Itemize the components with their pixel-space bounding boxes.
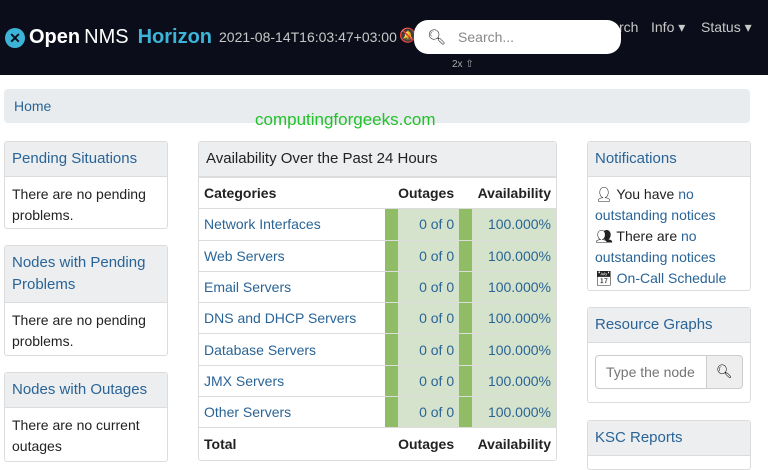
nodes-pending-problems-panel: Nodes with Pending Problems There are no…: [4, 245, 168, 356]
oncall-schedule-link[interactable]: On-Call Schedule: [617, 270, 727, 286]
table-row: Web Servers 0 of 0 100.000%: [199, 239, 556, 272]
category-link[interactable]: Database Servers: [204, 342, 316, 358]
outage-status-bar: [385, 302, 399, 334]
outages-cell[interactable]: 0 of 0: [398, 302, 460, 334]
navbar: ✕ Open NMS Horizon 2021-08-14T16:03:47+03:…: [0, 0, 768, 75]
watermark: computingforgeeks.com: [255, 110, 436, 129]
keyboard-hint: 2x ⇧: [452, 59, 474, 70]
nav-info-menu[interactable]: Info ▾: [651, 19, 685, 36]
availability-cell[interactable]: 100.000%: [472, 396, 556, 428]
category-link[interactable]: Network Interfaces: [204, 216, 321, 232]
nav-search-link[interactable]: rch: [619, 19, 638, 35]
availability-table: Categories Outages Availability Network …: [199, 176, 556, 460]
table-row: Other Servers 0 of 0 100.000%: [199, 396, 556, 428]
nodes-with-outages-panel: Nodes with Outages There are no current …: [4, 372, 168, 462]
outage-status-bar: [385, 270, 399, 303]
availability-cell[interactable]: 100.000%: [472, 270, 556, 303]
availability-status-bar: [459, 208, 473, 241]
table-row: JMX Servers 0 of 0 100.000%: [199, 364, 556, 397]
users-icon: 👥︎: [595, 228, 613, 244]
server-time: 2021-08-14T16:03:47+03:00: [219, 29, 397, 45]
outages-cell[interactable]: 0 of 0: [398, 333, 460, 366]
availability-cell[interactable]: 100.000%: [472, 364, 556, 397]
table-row: Email Servers 0 of 0 100.000%: [199, 270, 556, 303]
availability-cell[interactable]: 100.000%: [472, 302, 556, 334]
outage-status-bar: [385, 239, 399, 272]
availability-status-bar: [459, 333, 473, 366]
availability-status-bar: [459, 364, 473, 397]
nav-status-menu[interactable]: Status ▾: [701, 19, 752, 36]
search-input[interactable]: 🔍︎ Search...: [414, 20, 621, 54]
search-icon: 🔍︎: [427, 29, 447, 46]
outages-cell[interactable]: 0 of 0: [398, 208, 460, 241]
outages-cell[interactable]: 0 of 0: [398, 396, 460, 428]
node-search-input[interactable]: [595, 355, 707, 389]
panel-title: Availability Over the Past 24 Hours: [199, 142, 556, 177]
resource-graphs-panel: Resource Graphs 🔍︎: [587, 307, 751, 403]
node-search-button[interactable]: 🔍︎: [707, 355, 743, 389]
breadcrumb-home[interactable]: Home: [14, 98, 51, 114]
search-icon: 🔍︎: [716, 364, 733, 379]
availability-status-bar: [459, 396, 473, 428]
panel-title[interactable]: Resource Graphs: [588, 308, 750, 343]
panel-title[interactable]: Nodes with Outages: [5, 373, 167, 408]
availability-panel: Availability Over the Past 24 Hours Cate…: [198, 141, 557, 461]
availability-status-bar: [459, 239, 473, 272]
availability-status-bar: [459, 270, 473, 303]
category-link[interactable]: Other Servers: [204, 404, 291, 420]
pending-situations-panel: Pending Situations There are no pending …: [4, 141, 168, 229]
outage-status-bar: [385, 333, 399, 366]
ksc-reports-panel: KSC Reports: [587, 420, 751, 470]
outage-status-bar: [385, 364, 399, 397]
outage-status-bar: [385, 396, 399, 428]
user-icon: 👤︎: [595, 186, 613, 202]
outages-cell[interactable]: 0 of 0: [398, 270, 460, 303]
notifications-panel: Notifications 👤︎ You have no outstanding…: [587, 141, 751, 291]
category-link[interactable]: JMX Servers: [204, 373, 284, 389]
category-link[interactable]: Email Servers: [204, 279, 291, 295]
category-link[interactable]: DNS and DHCP Servers: [204, 310, 356, 326]
outage-status-bar: [385, 208, 399, 241]
panel-title[interactable]: Pending Situations: [5, 142, 167, 177]
availability-cell[interactable]: 100.000%: [472, 333, 556, 366]
availability-cell[interactable]: 100.000%: [472, 208, 556, 241]
panel-title[interactable]: KSC Reports: [588, 421, 750, 456]
logo-icon: ✕: [5, 27, 25, 48]
outages-cell[interactable]: 0 of 0: [398, 239, 460, 272]
opennms-logo[interactable]: ✕ Open NMS Horizon: [5, 26, 212, 49]
table-row: Network Interfaces 0 of 0 100.000%: [199, 208, 556, 241]
availability-status-bar: [459, 302, 473, 334]
table-row: DNS and DHCP Servers 0 of 0 100.000%: [199, 302, 556, 334]
calendar-icon: 📅︎: [595, 270, 613, 286]
outages-cell[interactable]: 0 of 0: [398, 364, 460, 397]
panel-title: Notifications: [588, 142, 750, 177]
category-link[interactable]: Web Servers: [204, 248, 285, 264]
availability-cell[interactable]: 100.000%: [472, 239, 556, 272]
panel-title[interactable]: Nodes with Pending Problems: [5, 246, 167, 303]
table-row: Database Servers 0 of 0 100.000%: [199, 333, 556, 366]
